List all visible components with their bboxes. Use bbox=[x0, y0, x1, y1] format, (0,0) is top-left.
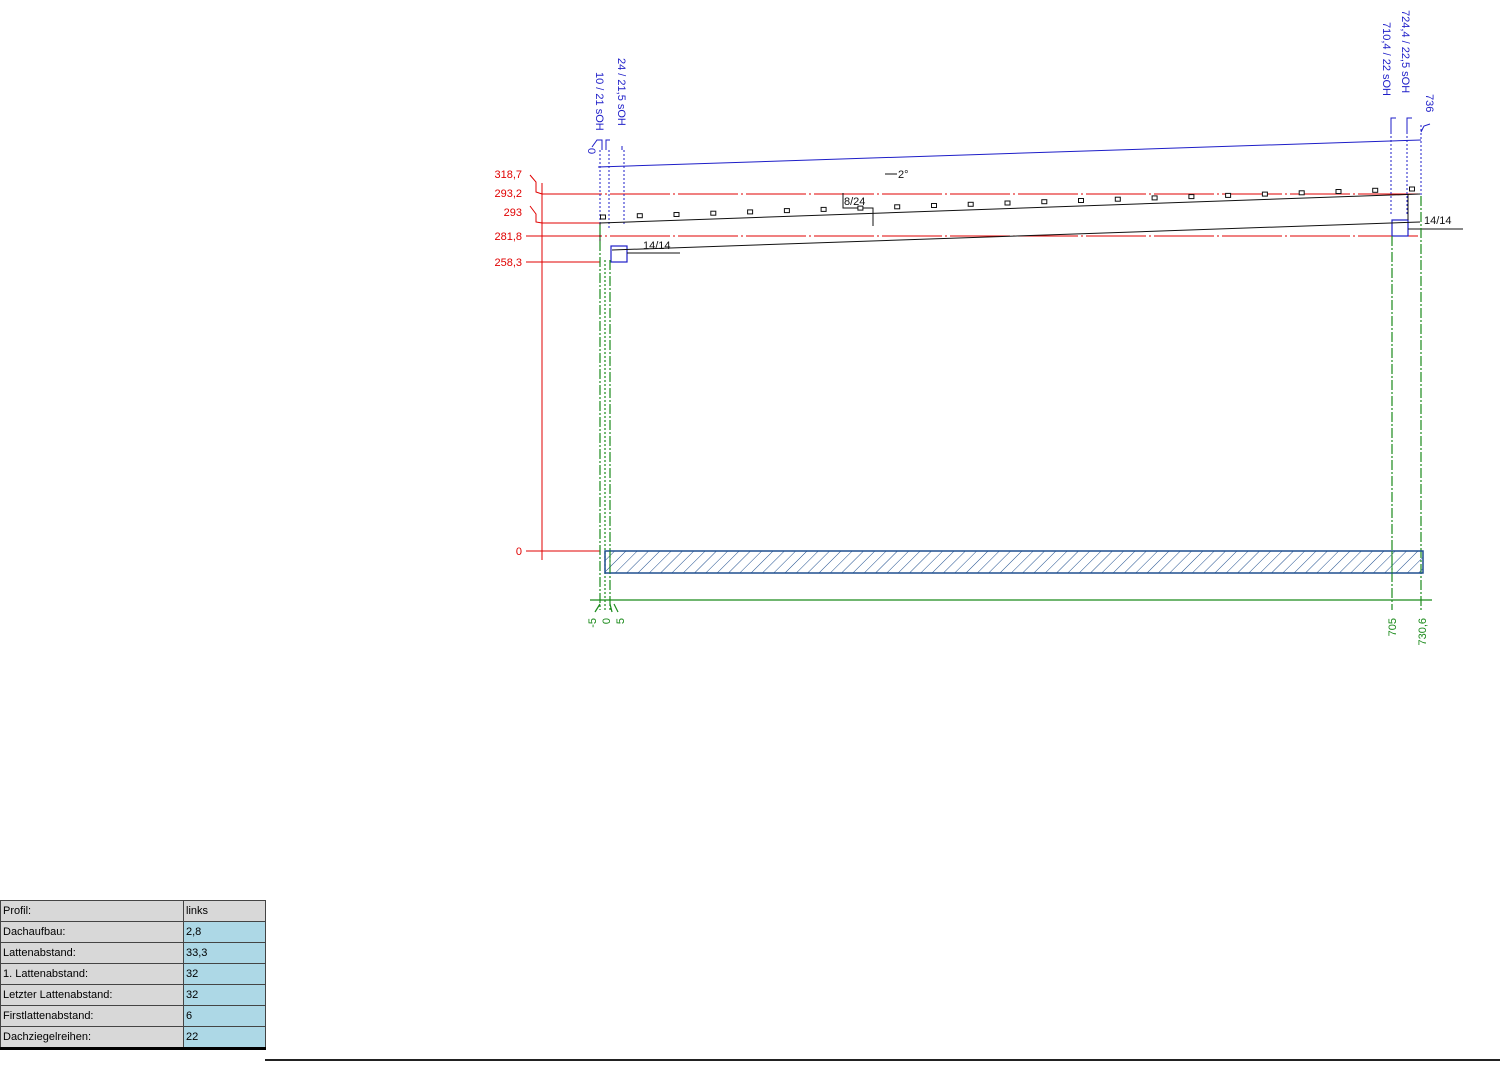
param-key: 1. Lattenabstand: bbox=[0, 963, 184, 985]
top-label-710-4-22-soh: 710,4 / 22 sOH bbox=[1380, 22, 1392, 96]
param-value: 33,3 bbox=[183, 942, 266, 964]
batten bbox=[673, 212, 680, 217]
batten bbox=[1409, 186, 1415, 192]
battens bbox=[600, 186, 1415, 220]
bottom-label-0: 0 bbox=[601, 618, 613, 624]
batten bbox=[894, 204, 901, 210]
batten bbox=[747, 209, 754, 215]
param-row: Firstlattenabstand: 6 bbox=[0, 1005, 266, 1027]
param-key: Letzter Lattenabstand: bbox=[0, 984, 184, 1006]
batten bbox=[1335, 189, 1342, 194]
param-key: Firstlattenabstand: bbox=[0, 1005, 184, 1027]
bottom-label-minus-5: -5 bbox=[587, 618, 599, 628]
bottom-label-5: 5 bbox=[615, 618, 627, 624]
batten bbox=[783, 208, 790, 214]
height-label-0: 0 bbox=[516, 546, 522, 558]
height-dimension-chain bbox=[526, 174, 1420, 560]
top-label-724-4-22-5-soh: 724,4 / 22,5 sOH bbox=[1399, 10, 1411, 93]
param-row: Letzter Lattenabstand: 32 bbox=[0, 984, 266, 1006]
batten bbox=[1114, 196, 1121, 202]
floor-slab-hatched bbox=[604, 550, 1424, 574]
bottom-label-730-6: 730,6 bbox=[1417, 618, 1429, 646]
param-value: 2,8 bbox=[183, 921, 266, 943]
batten bbox=[1078, 198, 1084, 203]
height-label-293: 293 bbox=[504, 207, 522, 219]
structure-labels: 2° 8/24 14/14 14/14 bbox=[643, 169, 1452, 252]
roof-angle-label: 2° bbox=[898, 169, 909, 181]
batten bbox=[1041, 199, 1048, 205]
batten bbox=[636, 213, 643, 219]
wall-lines bbox=[590, 196, 1432, 613]
roof-top-dimension-line bbox=[591, 117, 1431, 263]
param-row: Profil: links bbox=[0, 900, 266, 922]
param-value: 6 bbox=[183, 1005, 266, 1027]
bottom-label-705: 705 bbox=[1387, 618, 1399, 636]
param-value: links bbox=[183, 900, 266, 922]
param-key: Dachaufbau: bbox=[0, 921, 184, 943]
param-row: Lattenabstand: 33,3 bbox=[0, 942, 266, 964]
purlin-left bbox=[610, 245, 628, 263]
height-label-258-3: 258,3 bbox=[494, 257, 522, 269]
param-key: Profil: bbox=[0, 900, 184, 922]
param-key: Lattenabstand: bbox=[0, 942, 184, 964]
height-labels: 318,7 293,2 293 281,8 258,3 0 bbox=[494, 169, 522, 558]
roof-structure bbox=[599, 173, 1463, 254]
batten bbox=[710, 210, 717, 216]
batten bbox=[820, 206, 827, 212]
batten bbox=[931, 203, 937, 208]
param-value: 32 bbox=[183, 984, 266, 1006]
param-row: 1. Lattenabstand: 32 bbox=[0, 963, 266, 985]
top-labels: 0 10 / 21 sOH 24 / 21,5 sOH 710,4 / 22 s… bbox=[585, 10, 1435, 154]
purlin-left-label: 14/14 bbox=[643, 240, 671, 252]
top-label-736: 736 bbox=[1423, 94, 1435, 112]
rafter-label: 8/24 bbox=[844, 196, 865, 208]
height-label-293-2: 293,2 bbox=[494, 188, 522, 200]
param-key: Dachziegelreihen: bbox=[0, 1026, 184, 1050]
param-row: Dachaufbau: 2,8 bbox=[0, 921, 266, 943]
batten bbox=[1298, 190, 1305, 196]
purlin-right-label: 14/14 bbox=[1424, 215, 1452, 227]
rafter-top-line bbox=[599, 193, 1421, 224]
height-label-281-8: 281,8 bbox=[494, 231, 522, 243]
height-label-318-7: 318,7 bbox=[494, 169, 522, 181]
batten bbox=[600, 214, 606, 220]
bottom-divider bbox=[265, 1059, 1500, 1061]
param-value: 32 bbox=[183, 963, 266, 985]
param-row: Dachziegelreihen: 22 bbox=[0, 1026, 266, 1050]
batten bbox=[1225, 192, 1232, 198]
batten bbox=[967, 201, 974, 207]
parameter-table: Profil: links Dachaufbau: 2,8 Lattenabstand:… bbox=[0, 900, 266, 1050]
batten bbox=[1261, 191, 1268, 197]
top-label-0: 0 bbox=[585, 148, 597, 154]
bottom-labels: -5 0 5 705 730,6 bbox=[587, 618, 1429, 646]
top-label-24-21-5-soh: 24 / 21,5 sOH bbox=[615, 58, 627, 126]
batten bbox=[1188, 194, 1195, 200]
batten bbox=[1004, 200, 1011, 206]
batten bbox=[1151, 195, 1158, 201]
param-value: 22 bbox=[183, 1026, 266, 1050]
top-label-10-21-soh: 10 / 21 sOH bbox=[593, 72, 605, 131]
batten bbox=[1372, 187, 1379, 193]
